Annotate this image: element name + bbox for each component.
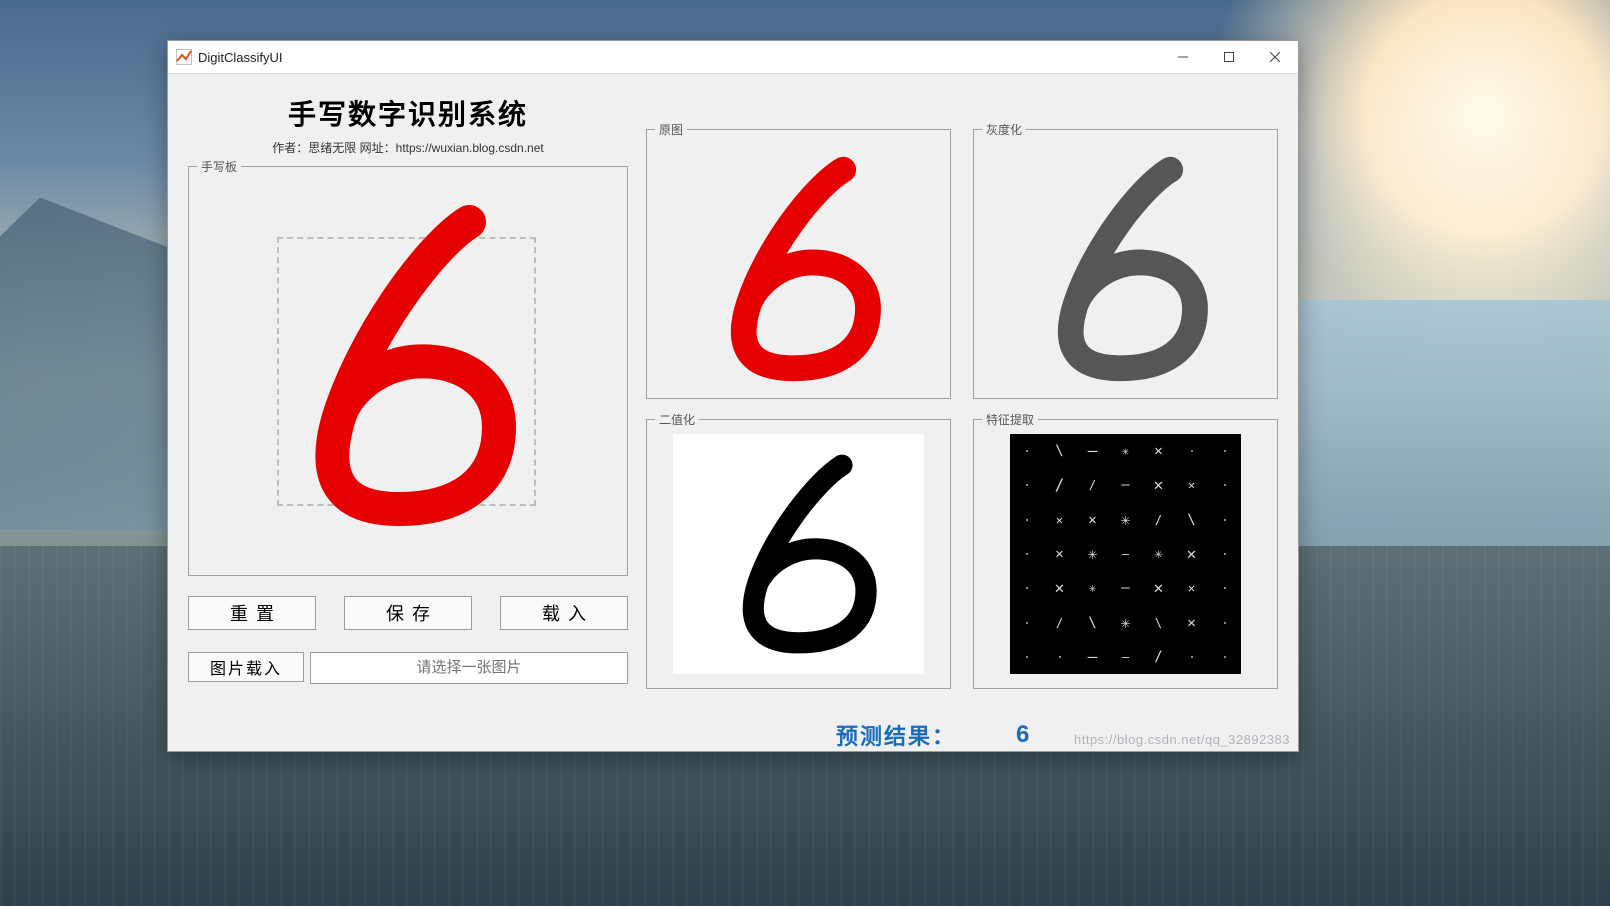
- gray-image-box: 灰度化: [973, 129, 1278, 399]
- window-controls: [1160, 41, 1298, 73]
- author-prefix: 作者：: [272, 141, 308, 155]
- original-legend: 原图: [655, 121, 687, 138]
- load-button[interactable]: 载入: [500, 596, 628, 630]
- feature-map: \—✳✕//—✕✕✕✕✳/\✕✳—✳✕✕✳—✕✕/\✳\✕——/: [1010, 434, 1241, 674]
- app-icon: [176, 49, 192, 65]
- author-name: 思绪无限: [308, 141, 356, 155]
- binary-image-box: 二值化: [646, 419, 951, 689]
- image-load-button[interactable]: 图片载入: [188, 652, 304, 682]
- drawing-board-group: 手写板: [188, 166, 628, 576]
- image-path-field[interactable]: [310, 652, 628, 684]
- result-value: 6: [1016, 721, 1029, 749]
- save-button[interactable]: 保存: [344, 596, 472, 630]
- close-button[interactable]: [1252, 41, 1298, 73]
- client-area: 手写数字识别系统 作者：思绪无限 网址：https://wuxian.blog.…: [168, 73, 1298, 751]
- original-image-box: 原图: [646, 129, 951, 399]
- watermark: https://blog.csdn.net/qq_32892383: [1074, 732, 1290, 747]
- file-row: 图片载入: [188, 652, 628, 684]
- result-label: 预测结果：: [836, 719, 956, 751]
- author-url: https://wuxian.blog.csdn.net: [396, 141, 544, 155]
- app-title: 手写数字识别系统: [188, 93, 628, 133]
- preview-grid: 原图 灰度化 二值化: [646, 129, 1278, 689]
- url-prefix: 网址：: [356, 141, 395, 155]
- left-column: 手写数字识别系统 作者：思绪无限 网址：https://wuxian.blog.…: [188, 85, 628, 684]
- reset-button[interactable]: 重置: [188, 596, 316, 630]
- binary-digit: [673, 434, 924, 674]
- author-line: 作者：思绪无限 网址：https://wuxian.blog.csdn.net: [188, 139, 628, 156]
- drawing-canvas[interactable]: [189, 167, 629, 575]
- window-title: DigitClassifyUI: [198, 50, 283, 65]
- titlebar[interactable]: DigitClassifyUI: [168, 41, 1298, 74]
- right-column: 原图 灰度化 二值化: [646, 129, 1278, 751]
- gray-legend: 灰度化: [982, 121, 1026, 138]
- feature-legend: 特征提取: [982, 411, 1038, 428]
- feature-image-box: 特征提取 \—✳✕//—✕✕✕✕✳/\✕✳—✳✕✕✳—✕✕/\✳\✕——/: [973, 419, 1278, 689]
- binary-legend: 二值化: [655, 411, 699, 428]
- button-row: 重置 保存 载入: [188, 596, 628, 630]
- gray-digit: [974, 130, 1277, 398]
- original-digit: [647, 130, 950, 398]
- app-window: DigitClassifyUI 手写数字识别系统 作者：思绪无限 网址：http…: [167, 40, 1299, 752]
- binary-inner: [673, 434, 924, 674]
- maximize-button[interactable]: [1206, 41, 1252, 73]
- minimize-button[interactable]: [1160, 41, 1206, 73]
